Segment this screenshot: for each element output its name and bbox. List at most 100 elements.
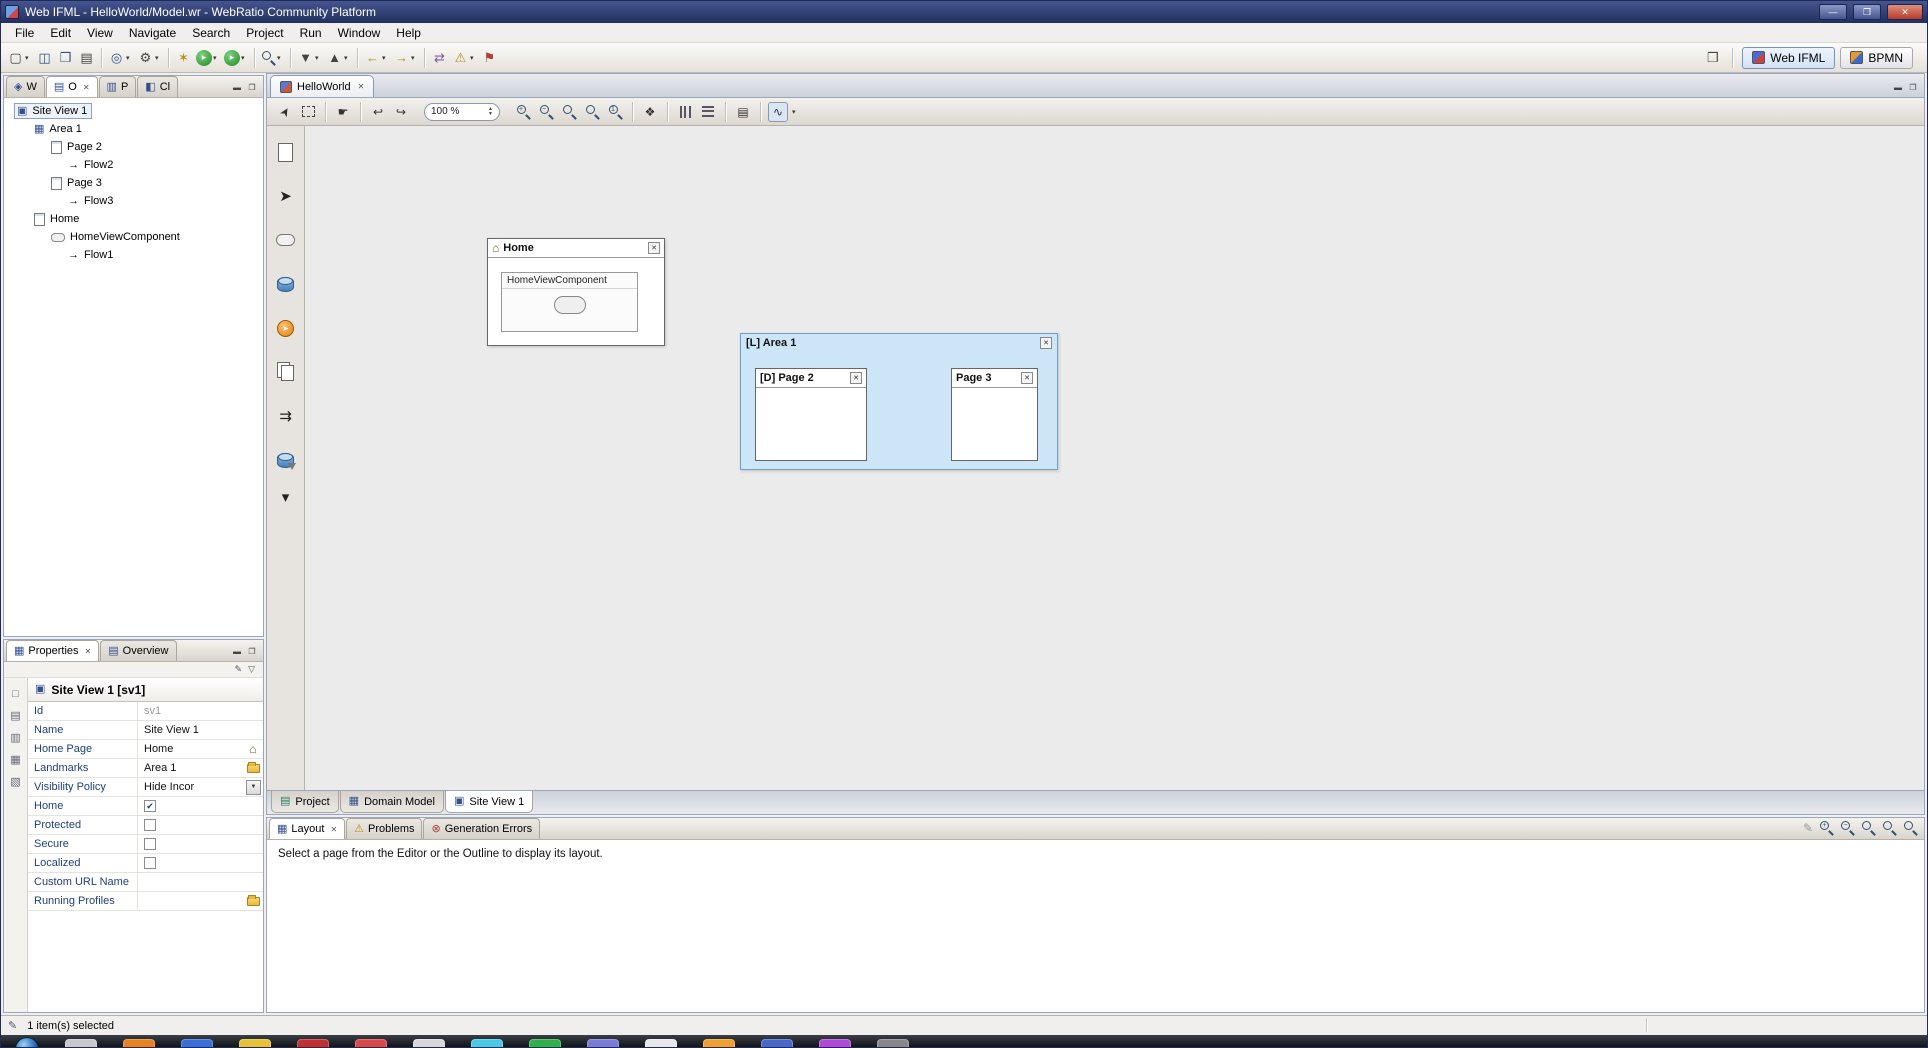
taskbar-app-1[interactable] <box>65 1039 97 1047</box>
tab-site-view-1[interactable]: ▣ Site View 1 <box>444 791 534 813</box>
palette-operation-unit-tool[interactable]: ➤ <box>272 314 300 342</box>
taskbar-app-13[interactable] <box>761 1039 793 1047</box>
menu-navigate[interactable]: Navigate <box>121 24 184 42</box>
taskbar-app-12[interactable] <box>703 1039 735 1047</box>
palette-container-tool[interactable] <box>272 226 300 254</box>
taskbar-app-7[interactable] <box>413 1039 445 1047</box>
taskbar-app-2[interactable] <box>123 1039 155 1047</box>
spinner-down-icon[interactable]: ▼ <box>488 111 493 117</box>
export-image-button[interactable]: ❖ <box>640 102 660 122</box>
maximize-button[interactable]: ❐ <box>1853 4 1881 20</box>
print-button[interactable]: ▤ <box>76 47 97 69</box>
home-icon[interactable]: ⌂ <box>249 743 256 755</box>
tab-outline[interactable]: ▤ O ✕ <box>45 76 98 97</box>
tree-item-page-3[interactable]: Page 3 <box>4 174 263 192</box>
category-bars-icon[interactable]: ▥ <box>10 731 20 744</box>
taskbar-app-14[interactable] <box>819 1039 851 1047</box>
category-table-icon[interactable]: ▤ <box>10 709 20 722</box>
property-value-input[interactable]: Area 1 <box>138 762 243 774</box>
edit-layout-icon[interactable]: ✎ <box>1803 821 1813 835</box>
problems-warning-button[interactable]: ⚠ ▾ <box>450 47 479 69</box>
nav-forward-button[interactable]: ↪ <box>391 102 411 122</box>
category-form-icon[interactable]: □ <box>12 688 19 700</box>
close-icon[interactable]: ✕ <box>83 83 90 92</box>
area-title-bar[interactable]: [L] Area 1 ✕ <box>741 334 1057 352</box>
collapse-icon[interactable]: ✕ <box>1040 337 1052 349</box>
routing-toggle-button[interactable]: ∿ <box>768 101 788 122</box>
tab-generation-errors[interactable]: ⊗ Generation Errors <box>423 818 541 839</box>
debug-button[interactable]: ▸ ▾ <box>222 47 250 69</box>
toolbar-overflow-icon[interactable]: ▾ <box>792 108 799 116</box>
diagram-page-3[interactable]: Page 3 ✕ <box>951 368 1038 461</box>
category-grid-icon[interactable]: ▦ <box>10 753 20 766</box>
protected-checkbox[interactable] <box>144 819 156 831</box>
diagram-home-view-component[interactable]: HomeViewComponent <box>501 272 638 332</box>
diagram-home-page[interactable]: ⌂ Home ✕ HomeViewComponent <box>487 238 665 346</box>
secure-checkbox[interactable] <box>144 838 156 850</box>
property-value-input[interactable]: Site View 1 <box>138 724 263 736</box>
next-annotation-button[interactable]: ▼ ▾ <box>295 47 324 69</box>
minimize-panel-button[interactable]: ▬ <box>231 83 243 92</box>
nav-back-button[interactable]: ↩ <box>368 102 388 122</box>
folder-icon[interactable] <box>246 761 260 773</box>
close-icon[interactable]: ✕ <box>358 82 365 91</box>
taskbar-app-8[interactable] <box>471 1039 503 1047</box>
menu-window[interactable]: Window <box>330 24 389 42</box>
tab-overview[interactable]: ▤ Overview <box>100 640 177 661</box>
maximize-panel-button[interactable]: ❐ <box>246 83 258 92</box>
menu-edit[interactable]: Edit <box>42 24 79 42</box>
distribute-vertical-button[interactable] <box>698 102 718 122</box>
localized-checkbox[interactable] <box>144 857 156 869</box>
tree-item-flow2[interactable]: → Flow2 <box>4 156 263 174</box>
menu-search[interactable]: Search <box>184 24 238 42</box>
perspective-bpmn-button[interactable]: BPMN <box>1840 46 1913 69</box>
tab-project[interactable]: ▤ Project <box>271 791 339 813</box>
tab-properties[interactable]: ▦ Properties ✕ <box>6 640 100 661</box>
new-button[interactable]: ▢ ▾ <box>5 47 34 69</box>
select-tool-button[interactable]: ➤ <box>275 102 295 122</box>
layout-zoom-in-button[interactable]: + <box>1819 820 1834 836</box>
pin-properties-icon[interactable]: ✎ <box>235 664 243 675</box>
tree-item-home[interactable]: Home <box>4 210 263 228</box>
taskbar-app-6[interactable] <box>355 1039 387 1047</box>
layout-zoom-fit-button[interactable] <box>1882 820 1897 836</box>
tree-item-flow1[interactable]: → Flow1 <box>4 246 263 264</box>
tab-layout[interactable]: ▦ Layout ✕ <box>269 818 346 839</box>
collapse-icon[interactable]: ✕ <box>850 372 862 384</box>
diagram-area-1[interactable]: [L] Area 1 ✕ [D] Page 2 ✕ Page 3 ✕ <box>740 333 1058 470</box>
tab-cl[interactable]: ◧ Cl <box>137 76 179 97</box>
save-all-button[interactable]: ❒ <box>55 47 76 69</box>
palette-flows-tool[interactable]: ⇉ <box>272 402 300 430</box>
zoom-fit-button[interactable] <box>582 102 602 122</box>
tree-item-page-2[interactable]: Page 2 <box>4 138 263 156</box>
page-title-bar[interactable]: Page 3 ✕ <box>952 369 1037 388</box>
layout-zoom-page-button[interactable] <box>1861 820 1876 836</box>
menu-help[interactable]: Help <box>388 24 429 42</box>
minimize-panel-button[interactable]: ▬ <box>1892 83 1904 92</box>
palette-scroll-down[interactable]: ▾ <box>272 489 300 506</box>
link-with-editor-button[interactable]: ⇄ <box>429 47 450 69</box>
tree-item-homeviewcomponent[interactable]: HomeViewComponent <box>4 228 263 246</box>
collapse-icon[interactable]: ✕ <box>1021 372 1033 384</box>
view-menu-icon[interactable]: ▽ <box>248 664 255 675</box>
taskbar-app-3[interactable] <box>181 1039 213 1047</box>
maximize-panel-button[interactable]: ❐ <box>246 647 258 656</box>
tree-item-area-1[interactable]: ▦ Area 1 <box>4 120 263 138</box>
open-perspective-button[interactable]: ❒ <box>1702 47 1723 69</box>
generate-button[interactable]: ⚙ ▾ <box>135 47 164 69</box>
close-icon[interactable]: ✕ <box>330 825 337 834</box>
zoom-out-button[interactable]: − <box>536 102 556 122</box>
chevron-down-icon[interactable]: ▼ <box>246 779 261 795</box>
palette-module-tool[interactable] <box>272 358 300 386</box>
tab-properties-view[interactable]: ▥ P <box>98 76 137 97</box>
taskbar-app-15[interactable] <box>877 1039 909 1047</box>
grid-button[interactable]: ▤ <box>733 102 753 122</box>
zoom-selection-button[interactable] <box>559 102 579 122</box>
search-button[interactable]: ▾ <box>259 47 286 69</box>
perspective-web-ifml-button[interactable]: Web IFML <box>1742 46 1836 69</box>
taskbar-app-11[interactable] <box>645 1039 677 1047</box>
tree-item-flow3[interactable]: → Flow3 <box>4 192 263 210</box>
menu-view[interactable]: View <box>79 24 121 42</box>
folder-icon[interactable] <box>246 894 260 906</box>
close-button[interactable]: ✕ <box>1887 4 1923 20</box>
